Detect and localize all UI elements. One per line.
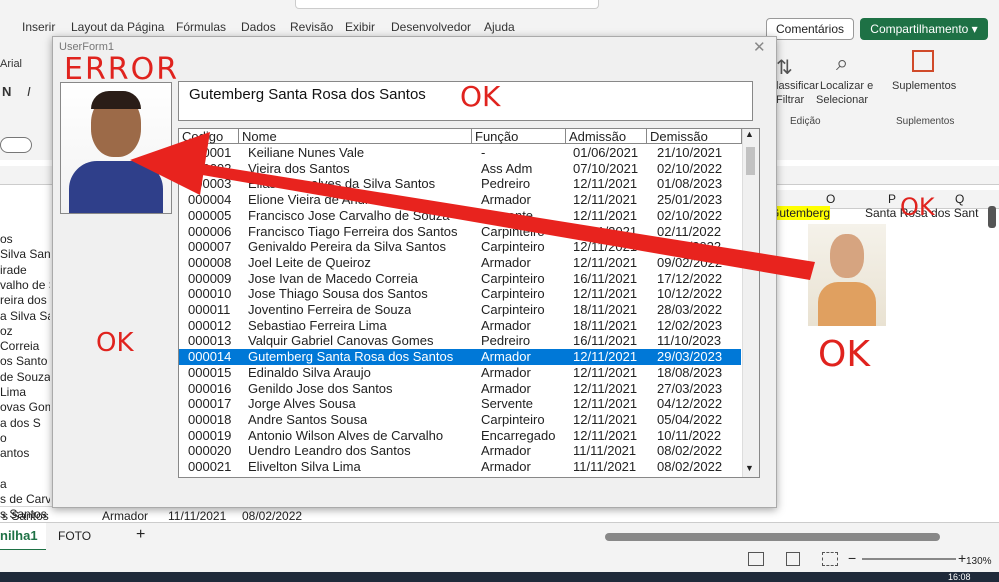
zoom-out-icon[interactable]: − xyxy=(848,550,856,566)
page-break-icon[interactable] xyxy=(822,552,838,566)
sheet-tabs-bar: nilha1 FOTO + xyxy=(0,522,999,552)
annotation-error: ERROR xyxy=(64,52,180,87)
tab-sheet1[interactable]: nilha1 xyxy=(0,523,46,552)
page-layout-icon[interactable] xyxy=(786,552,800,566)
red-arrow-head xyxy=(130,132,210,195)
zoom-level[interactable]: 130% xyxy=(966,556,992,567)
annotation-ok-top: OK xyxy=(460,80,501,113)
annotation-ok-cell: OK xyxy=(900,193,935,221)
clock: 16:08 xyxy=(948,572,971,582)
tab-foto[interactable]: FOTO xyxy=(58,529,91,543)
taskbar: 16:08 xyxy=(0,572,999,582)
zoom-in-icon[interactable]: + xyxy=(958,550,966,566)
add-sheet-button[interactable]: + xyxy=(136,526,145,544)
normal-view-icon[interactable] xyxy=(748,552,764,566)
horizontal-scrollbar[interactable] xyxy=(605,533,940,541)
red-arrow-shaft xyxy=(185,162,815,280)
annotation-ok-left: OK xyxy=(96,328,134,358)
status-bar: − + 130% xyxy=(0,550,999,572)
annotation-ok-right: OK xyxy=(818,334,870,375)
zoom-slider[interactable] xyxy=(862,558,956,560)
